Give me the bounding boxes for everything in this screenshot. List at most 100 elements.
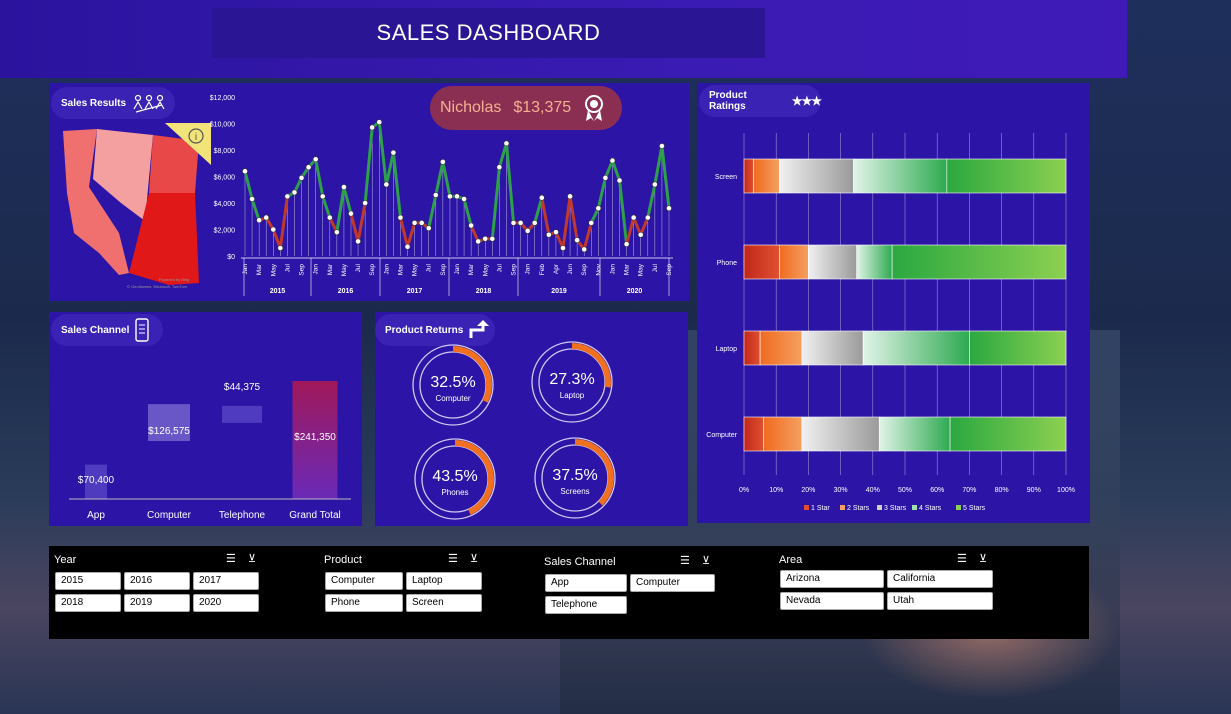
slicer-channel-telephone[interactable]: Telephone (545, 596, 627, 614)
clear-filter-icon[interactable]: ⊻ (979, 552, 987, 565)
slicer-area-utah[interactable]: Utah (887, 592, 993, 610)
multi-select-icon[interactable]: ☰ (680, 554, 690, 567)
slicer-area-arizona[interactable]: Arizona (780, 570, 884, 588)
rating-segment (969, 330, 1067, 366)
slicer-year-2018[interactable]: 2018 (55, 594, 121, 612)
rating-segment (743, 416, 764, 452)
series-line-segment (349, 212, 360, 243)
x-tick-label: May (482, 263, 489, 276)
legend-swatch (956, 505, 961, 510)
multi-select-icon[interactable]: ☰ (957, 552, 967, 565)
y-tick-label: $4,000 (214, 201, 236, 208)
series-line-segment (406, 221, 417, 249)
data-point (496, 164, 503, 171)
data-point (369, 124, 376, 131)
multi-select-icon[interactable]: ☰ (226, 552, 236, 565)
data-point (595, 205, 602, 212)
data-point (376, 119, 383, 126)
x-tick-label: 100% (1057, 487, 1075, 494)
bar-value-label: $126,575 (148, 426, 190, 437)
data-point (567, 193, 573, 200)
data-point (333, 229, 340, 236)
clear-filter-icon[interactable]: ⊻ (702, 554, 710, 567)
slicer-year-2019[interactable]: 2019 (124, 594, 190, 612)
series-line-segment (540, 196, 551, 237)
legend-swatch (804, 505, 809, 510)
slicer-product-computer[interactable]: Computer (325, 572, 403, 590)
series-line-segment (610, 159, 622, 182)
x-tick-label: Jan (242, 264, 249, 275)
data-point (263, 214, 270, 221)
data-point (362, 200, 369, 206)
rating-segment (743, 158, 754, 194)
series-line-segment (596, 176, 607, 210)
series-line-segment (653, 144, 664, 186)
rating-segment (801, 416, 880, 452)
legend-label: 2 Stars (847, 505, 870, 512)
y-tick-label: $8,000 (214, 148, 236, 155)
slicer-year-2017[interactable]: 2017 (193, 572, 259, 590)
donut-label: Laptop (560, 391, 585, 400)
data-point (588, 219, 595, 226)
data-point (355, 238, 361, 245)
category-label: Laptop (716, 346, 738, 353)
slicer-product-laptop[interactable]: Laptop (406, 572, 482, 590)
donut-value: 32.5% (430, 374, 475, 391)
x-tick-label: Sep (440, 264, 447, 276)
series-line-segment (618, 178, 629, 246)
x-tick-label: 20% (801, 487, 815, 494)
year-label: 2016 (338, 288, 354, 295)
bar-value-label: $241,350 (294, 432, 336, 443)
year-label: 2020 (627, 288, 643, 295)
x-tick-label: May (638, 263, 645, 276)
slicer-channel-app[interactable]: App (545, 574, 627, 592)
slicer-area-nevada[interactable]: Nevada (780, 592, 884, 610)
year-label: 2015 (270, 288, 286, 295)
x-tick-label: Sep (299, 264, 306, 276)
x-tick-label: Nov (595, 263, 602, 275)
top-performer-amount: $13,375 (513, 99, 572, 116)
area-slicer-label: Area (779, 554, 803, 566)
x-tick-label: Mar (624, 263, 631, 275)
data-point (390, 149, 397, 156)
year-slicer-label: Year (54, 554, 77, 566)
data-point (468, 222, 475, 229)
x-tick-label: 30% (834, 487, 848, 494)
data-point (616, 177, 623, 184)
series-line-segment (561, 194, 572, 250)
series-line-segment (646, 182, 657, 220)
product-slicer-label: Product (324, 554, 362, 566)
product-ratings-panel: Product Ratings ★★★ 0% 10% 20% 30% 40% 50% 60%… (697, 83, 1090, 523)
data-point (644, 214, 651, 221)
product-returns-donuts: 32.5% Computer 27.3% Laptop 43.5% Phones 37.5%… (412, 341, 616, 520)
slicer-year-2015[interactable]: 2015 (55, 572, 121, 590)
data-point (404, 243, 411, 250)
slicer-year-2016[interactable]: 2016 (124, 572, 190, 590)
clear-filter-icon[interactable]: ⊻ (248, 552, 256, 565)
slicer-product-screen[interactable]: Screen (406, 594, 482, 612)
slicer-area-california[interactable]: California (887, 570, 993, 588)
donut-value: 27.3% (549, 371, 594, 388)
x-tick-label: Jul (284, 263, 291, 272)
x-tick-label: Jan (313, 264, 320, 275)
data-point (425, 225, 432, 232)
series-line-segment (434, 160, 445, 197)
legend-label: 5 Stars (963, 505, 986, 512)
x-tick-label: Jul (652, 263, 659, 272)
multi-select-icon[interactable]: ☰ (448, 552, 458, 565)
donut-label: Screens (560, 487, 589, 496)
category-label: Grand Total (289, 510, 341, 521)
series-line-segment (356, 201, 367, 243)
data-point (249, 196, 255, 202)
top-performer-name: Nicholas (440, 99, 502, 116)
data-point (659, 143, 665, 149)
data-point (538, 194, 545, 201)
clear-filter-icon[interactable]: ⊻ (470, 552, 478, 565)
x-tick-label: Jan (454, 264, 461, 275)
slicer-product-phone[interactable]: Phone (325, 594, 403, 612)
slicer-channel-computer[interactable]: Computer (630, 574, 715, 592)
x-tick-label: 10% (769, 487, 783, 494)
slicer-year-2020[interactable]: 2020 (193, 594, 259, 612)
x-tick-label: Jun (567, 264, 574, 275)
donut-label: Phones (441, 488, 468, 497)
